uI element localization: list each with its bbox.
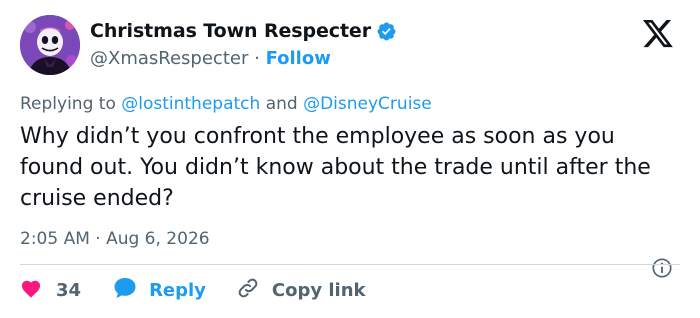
author-display-name[interactable]: Christmas Town Respecter bbox=[90, 20, 371, 42]
follow-button[interactable]: Follow bbox=[266, 48, 331, 69]
copy-link-label: Copy link bbox=[271, 279, 366, 301]
tweet-text: Why didn’t you confront the employee as … bbox=[20, 124, 651, 211]
reply-joiner: and bbox=[265, 94, 298, 114]
heart-icon bbox=[20, 278, 42, 302]
action-bar: 34 Reply Copy link bbox=[20, 274, 366, 306]
like-button[interactable]: 34 bbox=[20, 278, 81, 302]
x-logo-icon[interactable] bbox=[641, 20, 675, 50]
handle-separator: · bbox=[254, 48, 260, 69]
info-icon[interactable] bbox=[651, 257, 673, 279]
reply-prefix: Replying to bbox=[20, 94, 116, 114]
like-count: 34 bbox=[56, 279, 82, 301]
reply-context: Replying to @lostinthepatch and @DisneyC… bbox=[20, 94, 432, 114]
reply-button[interactable]: Reply bbox=[113, 277, 206, 303]
author-name-row: Christmas Town Respecter bbox=[90, 20, 397, 42]
mention-disneycruise[interactable]: @DisneyCruise bbox=[303, 94, 432, 114]
mention-lostinthepatch[interactable]: @lostinthepatch bbox=[121, 94, 260, 114]
divider bbox=[20, 264, 680, 265]
author-handle[interactable]: @XmasRespecter bbox=[90, 48, 248, 69]
author-handle-row: @XmasRespecter · Follow bbox=[90, 48, 331, 69]
link-icon bbox=[236, 276, 260, 304]
avatar[interactable] bbox=[20, 15, 80, 75]
speech-bubble-icon bbox=[113, 277, 137, 303]
tweet-timestamp[interactable]: 2:05 AM · Aug 6, 2026 bbox=[20, 229, 210, 249]
verified-badge-icon[interactable] bbox=[376, 21, 397, 42]
reply-label: Reply bbox=[149, 279, 206, 301]
jack-skellington-avatar-image bbox=[20, 15, 80, 75]
copy-link-button[interactable]: Copy link bbox=[236, 276, 366, 304]
